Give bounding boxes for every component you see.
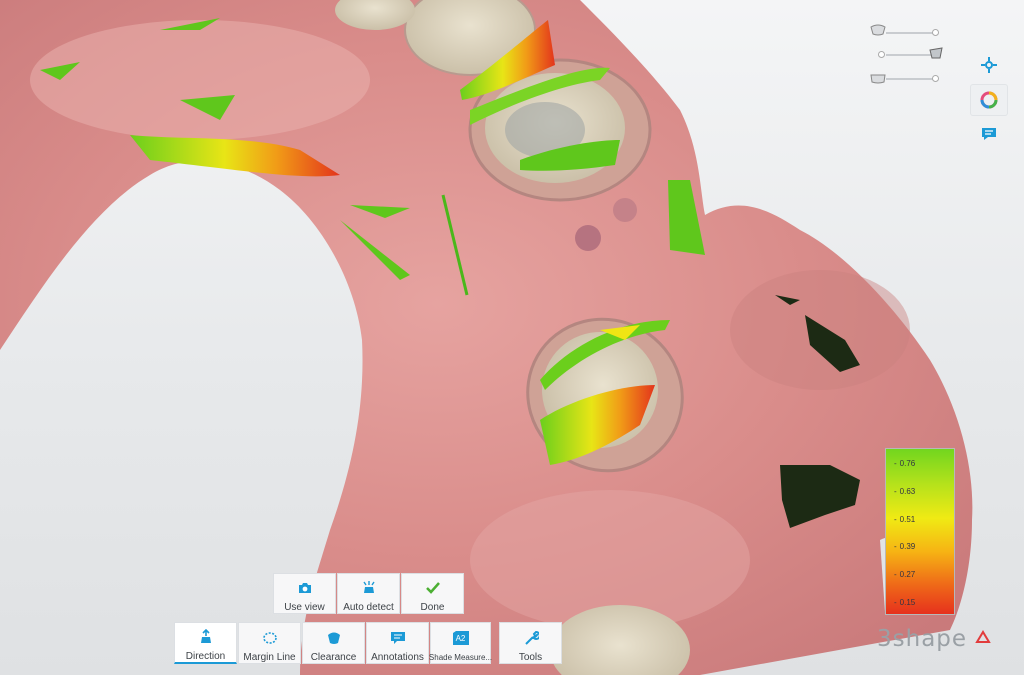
- camera-view-icon: [297, 580, 313, 596]
- 3d-scan-viewport[interactable]: [0, 0, 1024, 675]
- annotations-button[interactable]: Annotations: [366, 622, 429, 664]
- clearance-button[interactable]: Clearance: [302, 622, 365, 664]
- upper-jaw-icon: [870, 24, 886, 36]
- tools-label: Tools: [518, 652, 543, 663]
- shade-measure-label: Shade Measure...: [428, 653, 493, 662]
- tools-button[interactable]: Tools: [499, 622, 562, 664]
- scanbody-slider[interactable]: [870, 46, 943, 64]
- clearance-icon: [326, 629, 342, 646]
- clearance-color-legend: 0.76 0.63 0.51 0.39 0.27 0.15: [885, 448, 955, 615]
- legend-tick: 0.63: [894, 487, 916, 496]
- upper-jaw-slider[interactable]: [870, 24, 942, 42]
- wrench-icon: [523, 629, 539, 646]
- annotations-label: Annotations: [371, 652, 424, 663]
- checkmark-icon: [425, 580, 441, 596]
- color-toggle-button[interactable]: [971, 85, 1007, 115]
- legend-tick: 0.76: [894, 459, 916, 468]
- direction-label: Direction: [185, 651, 226, 662]
- auto-detect-button[interactable]: Auto detect: [337, 573, 400, 614]
- margin-line-label: Margin Line: [243, 652, 296, 663]
- legend-tick: 0.39: [894, 542, 916, 551]
- annotation-message-icon: [982, 128, 996, 140]
- direction-icon: [198, 629, 214, 645]
- crosshair-move-icon: [981, 57, 997, 73]
- margin-line-button[interactable]: Margin Line: [238, 622, 301, 664]
- annotations-icon: [390, 629, 406, 646]
- annotation-toggle-button[interactable]: [971, 119, 1007, 149]
- dental-scan-model[interactable]: [0, 0, 1024, 675]
- shade-badge-icon: A2: [452, 629, 470, 647]
- legend-tick: 0.51: [894, 515, 916, 524]
- use-view-button[interactable]: Use view: [273, 573, 336, 614]
- use-view-label: Use view: [284, 602, 325, 613]
- margin-line-icon: [262, 629, 278, 646]
- brand-text: 3shape: [877, 626, 968, 652]
- auto-detect-icon: [361, 580, 377, 596]
- shade-badge-text: A2: [455, 634, 466, 643]
- lower-jaw-icon: [870, 74, 886, 84]
- move-view-button[interactable]: [971, 50, 1007, 80]
- auto-detect-label: Auto detect: [343, 602, 394, 613]
- brand-logo: 3shape: [877, 626, 992, 652]
- done-button[interactable]: Done: [401, 573, 464, 614]
- direction-button[interactable]: Direction: [174, 622, 237, 664]
- lower-jaw-slider[interactable]: [870, 70, 942, 88]
- shade-measure-button[interactable]: A2 Shade Measure...: [428, 622, 493, 664]
- done-label: Done: [420, 602, 445, 613]
- brand-triangle-icon: [975, 630, 992, 643]
- legend-tick: 0.15: [894, 598, 916, 607]
- clearance-label: Clearance: [310, 652, 357, 663]
- scanbody-icon: [929, 47, 943, 59]
- color-wheel-icon: [980, 91, 998, 109]
- legend-tick: 0.27: [894, 570, 916, 579]
